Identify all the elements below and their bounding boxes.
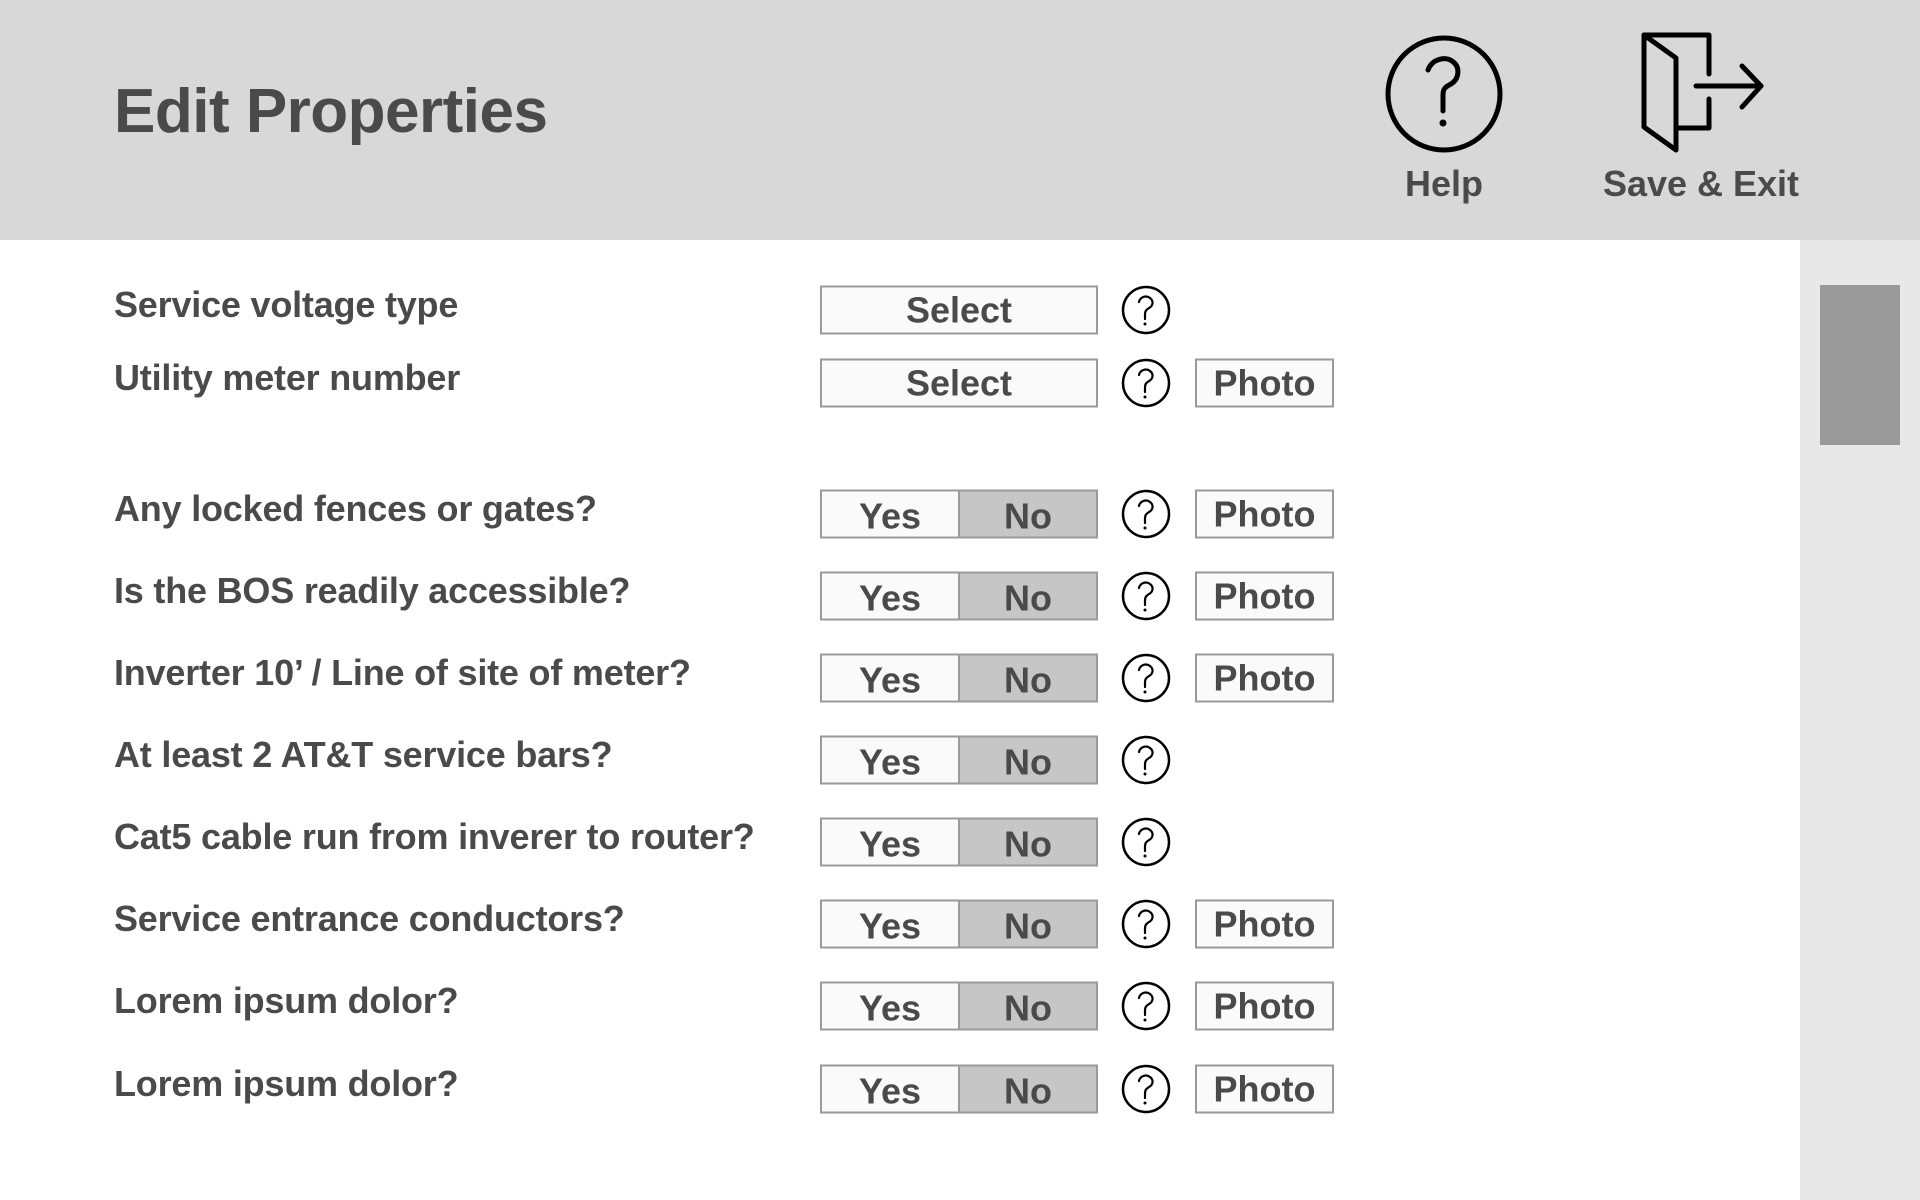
question-label: Utility meter number — [114, 356, 461, 398]
photo-button[interactable]: Photo — [1195, 899, 1334, 949]
no-option[interactable]: No — [960, 901, 1096, 947]
page-title: Edit Properties — [114, 77, 548, 146]
photo-button[interactable]: Photo — [1195, 981, 1334, 1031]
yes-option[interactable]: Yes — [822, 983, 960, 1029]
form-row: Inverter 10’ / Line of site of meter? Yes… — [0, 648, 1800, 708]
form-row: Service entrance conductors? Yes No Photo — [0, 894, 1800, 954]
row-help-button[interactable] — [1121, 735, 1171, 785]
question-label: Lorem ipsum dolor? — [114, 979, 459, 1021]
question-circle-icon — [1121, 899, 1171, 949]
question-circle-icon — [1121, 817, 1171, 867]
question-circle-icon — [1121, 981, 1171, 1031]
row-help-button[interactable] — [1121, 285, 1171, 335]
no-option[interactable]: No — [960, 655, 1096, 701]
row-help-button[interactable] — [1121, 981, 1171, 1031]
yes-no-toggle: Yes No — [820, 817, 1098, 867]
no-option[interactable]: No — [960, 983, 1096, 1029]
question-label: Inverter 10’ / Line of site of meter? — [114, 651, 691, 693]
photo-button[interactable]: Photo — [1195, 1064, 1334, 1114]
row-help-button[interactable] — [1121, 899, 1171, 949]
photo-button[interactable]: Photo — [1195, 571, 1334, 621]
row-help-button[interactable] — [1121, 817, 1171, 867]
question-circle-icon — [1121, 735, 1171, 785]
yes-option[interactable]: Yes — [822, 573, 960, 619]
question-label: Any locked fences or gates? — [114, 487, 597, 529]
question-circle-icon — [1385, 35, 1503, 153]
row-help-button[interactable] — [1121, 653, 1171, 703]
photo-button[interactable]: Photo — [1195, 653, 1334, 703]
yes-option[interactable]: Yes — [822, 655, 960, 701]
form-row: Is the BOS readily accessible? Yes No Photo — [0, 566, 1800, 626]
no-option[interactable]: No — [960, 819, 1096, 865]
yes-no-toggle: Yes No — [820, 1064, 1098, 1114]
yes-no-toggle: Yes No — [820, 653, 1098, 703]
question-label: Service voltage type — [114, 283, 459, 325]
question-label: Is the BOS readily accessible? — [114, 569, 631, 611]
row-help-button[interactable] — [1121, 1064, 1171, 1114]
question-circle-icon — [1121, 489, 1171, 539]
no-option[interactable]: No — [960, 573, 1096, 619]
question-circle-icon — [1121, 653, 1171, 703]
form-row: Lorem ipsum dolor? Yes No Photo — [0, 1059, 1800, 1119]
no-option[interactable]: No — [960, 1066, 1096, 1112]
photo-button[interactable]: Photo — [1195, 489, 1334, 539]
door-exit-icon — [1641, 32, 1764, 153]
header-bar: Edit Properties Help Save & Exit — [0, 0, 1920, 240]
form-row: Lorem ipsum dolor? Yes No Photo — [0, 976, 1800, 1036]
question-label: Cat5 cable run from inverer to router? — [114, 815, 755, 857]
yes-option[interactable]: Yes — [822, 737, 960, 783]
form-row: At least 2 AT&T service bars? Yes No — [0, 730, 1800, 790]
yes-option[interactable]: Yes — [822, 491, 960, 537]
scrollbar-track[interactable] — [1800, 240, 1920, 1200]
select-dropdown[interactable]: Select — [820, 285, 1098, 335]
row-help-button[interactable] — [1121, 571, 1171, 621]
row-help-button[interactable] — [1121, 358, 1171, 408]
form-row: Cat5 cable run from inverer to router? Ye… — [0, 812, 1800, 872]
question-label: Lorem ipsum dolor? — [114, 1062, 459, 1104]
photo-button[interactable]: Photo — [1195, 358, 1334, 408]
scrollbar-thumb[interactable] — [1820, 285, 1900, 445]
yes-option[interactable]: Yes — [822, 819, 960, 865]
yes-no-toggle: Yes No — [820, 981, 1098, 1031]
yes-no-toggle: Yes No — [820, 735, 1098, 785]
form-row: Utility meter number Select Photo — [0, 353, 1800, 413]
yes-no-toggle: Yes No — [820, 489, 1098, 539]
row-help-button[interactable] — [1121, 489, 1171, 539]
form-row: Service voltage type Select — [0, 280, 1800, 340]
question-circle-icon — [1121, 285, 1171, 335]
save-exit-label: Save & Exit — [1602, 163, 1800, 204]
form-row: Any locked fences or gates? Yes No Photo — [0, 484, 1800, 544]
question-label: At least 2 AT&T service bars? — [114, 733, 613, 775]
help-label: Help — [1404, 163, 1484, 204]
yes-no-toggle: Yes No — [820, 571, 1098, 621]
question-circle-icon — [1121, 1064, 1171, 1114]
select-dropdown[interactable]: Select — [820, 358, 1098, 408]
question-circle-icon — [1121, 571, 1171, 621]
yes-no-toggle: Yes No — [820, 899, 1098, 949]
no-option[interactable]: No — [960, 491, 1096, 537]
yes-option[interactable]: Yes — [822, 1066, 960, 1112]
yes-option[interactable]: Yes — [822, 901, 960, 947]
no-option[interactable]: No — [960, 737, 1096, 783]
question-circle-icon — [1121, 358, 1171, 408]
question-label: Service entrance conductors? — [114, 897, 625, 939]
